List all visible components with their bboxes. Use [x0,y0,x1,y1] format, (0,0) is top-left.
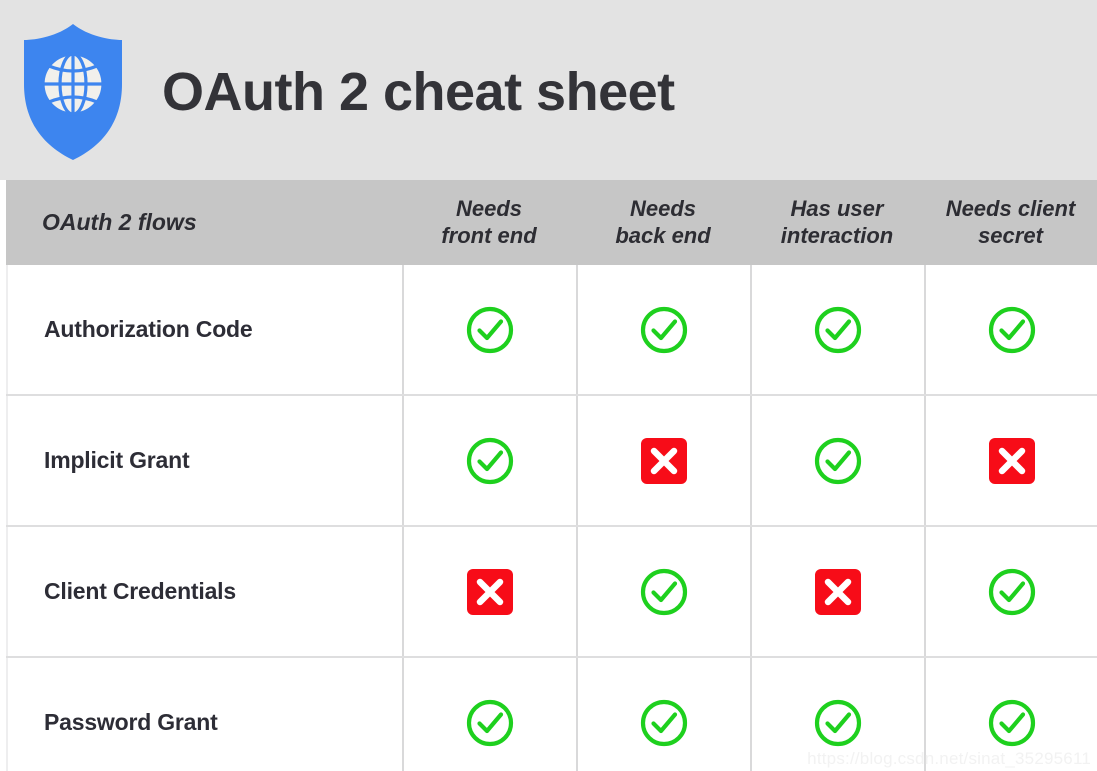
table-row[interactable]: Client Credentials [6,527,1097,658]
cell-needs-front-end [402,265,576,394]
check-circle-icon [638,697,690,749]
cell-flow-name: Implicit Grant [6,396,402,525]
cell-needs-client-secret [924,527,1097,656]
check-circle-icon [986,304,1038,356]
table-row[interactable]: Password Grant [6,658,1097,771]
oauth-cheat-sheet-page: OAuth 2 cheat sheet OAuth 2 flows Needs … [0,0,1097,771]
cell-has-user-interaction [750,658,924,771]
check-circle-icon [812,304,864,356]
check-circle-icon [812,435,864,487]
oauth-flows-table: OAuth 2 flows Needs front end Needs back… [6,180,1097,771]
flow-label: Password Grant [44,709,218,735]
cross-square-icon [812,566,864,618]
check-circle-icon [986,697,1038,749]
column-header-needs-client-secret: Needs client secret [924,180,1097,265]
table-row[interactable]: Implicit Grant [6,396,1097,527]
cell-needs-back-end [576,265,750,394]
cell-needs-client-secret [924,265,1097,394]
table-row[interactable]: Authorization Code [6,265,1097,396]
column-header-label-line2: back end [615,222,711,248]
flow-label: Client Credentials [44,578,236,604]
flow-label: Authorization Code [44,316,253,342]
page-title: OAuth 2 cheat sheet [162,62,675,122]
column-header-has-user-interaction: Has user interaction [750,180,924,265]
check-circle-icon [464,697,516,749]
check-circle-icon [464,304,516,356]
check-circle-icon [812,697,864,749]
cross-square-icon [464,566,516,618]
check-circle-icon [464,435,516,487]
column-header-label-line1: Has user [790,195,884,221]
column-header-label-line1: Needs client [945,195,1076,221]
column-header-label-line2: front end [441,222,537,248]
cross-square-icon [986,435,1038,487]
check-circle-icon [638,304,690,356]
column-header-label-line2: interaction [780,222,894,248]
cell-needs-front-end [402,658,576,771]
cell-needs-back-end [576,527,750,656]
column-header-label-line2: secret [978,222,1043,248]
flow-label: Implicit Grant [44,447,190,473]
cell-flow-name: Password Grant [6,658,402,771]
cell-has-user-interaction [750,527,924,656]
check-circle-icon [638,566,690,618]
check-circle-icon [986,566,1038,618]
table-header-row: OAuth 2 flows Needs front end Needs back… [6,180,1097,265]
cell-flow-name: Client Credentials [6,527,402,656]
cell-has-user-interaction [750,265,924,394]
table-body: Authorization Code Implicit Grant Client C… [6,265,1097,771]
column-header-label-line1: Needs [629,195,697,221]
shield-globe-icon [18,22,128,162]
column-header-oauth-flows: OAuth 2 flows [6,180,402,265]
cell-needs-back-end [576,396,750,525]
cell-needs-front-end [402,527,576,656]
column-header-label-line1: Needs [455,195,523,221]
header-banner: OAuth 2 cheat sheet [0,0,1097,180]
column-header-needs-front-end: Needs front end [402,180,576,265]
cell-has-user-interaction [750,396,924,525]
cell-flow-name: Authorization Code [6,265,402,394]
cell-needs-back-end [576,658,750,771]
cross-square-icon [638,435,690,487]
column-header-needs-back-end: Needs back end [576,180,750,265]
cell-needs-front-end [402,396,576,525]
column-header-label: OAuth 2 flows [42,209,197,236]
cell-needs-client-secret [924,396,1097,525]
cell-needs-client-secret [924,658,1097,771]
